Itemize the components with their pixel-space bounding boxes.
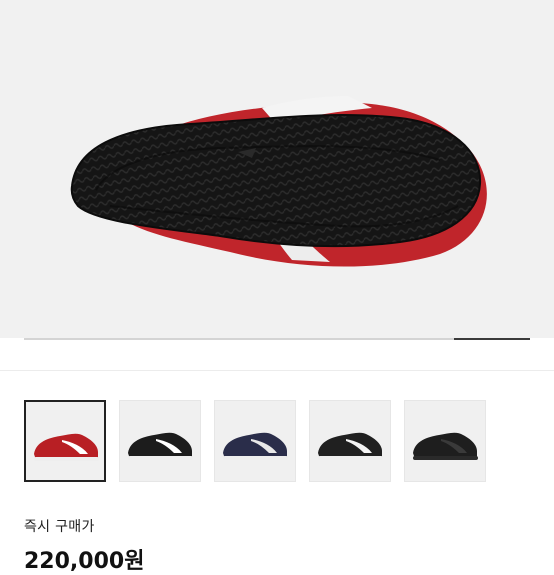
thumbnail-strip: [24, 400, 504, 484]
instant-buy-price: 220,000원: [24, 549, 145, 574]
thumbnail-black-gold[interactable]: [309, 400, 391, 482]
thumbnail-all-black[interactable]: [404, 400, 486, 482]
shoe-sole-image: [70, 96, 487, 267]
shoe-icon: [128, 432, 193, 460]
shoe-outsole: [70, 113, 482, 248]
gallery-progress-indicator: [454, 338, 530, 340]
shoe-icon: [413, 432, 478, 460]
product-image-hero[interactable]: [0, 0, 554, 338]
shoe-icon: [223, 432, 288, 460]
section-divider: [0, 370, 554, 371]
instant-buy-label: 즉시 구매가: [24, 519, 95, 535]
shoe-icon: [34, 433, 99, 461]
thumbnail-red[interactable]: [24, 400, 106, 482]
thumbnail-navy[interactable]: [214, 400, 296, 482]
shoe-icon: [318, 432, 383, 460]
thumbnail-black[interactable]: [119, 400, 201, 482]
gallery-progress-bar[interactable]: [24, 338, 530, 340]
